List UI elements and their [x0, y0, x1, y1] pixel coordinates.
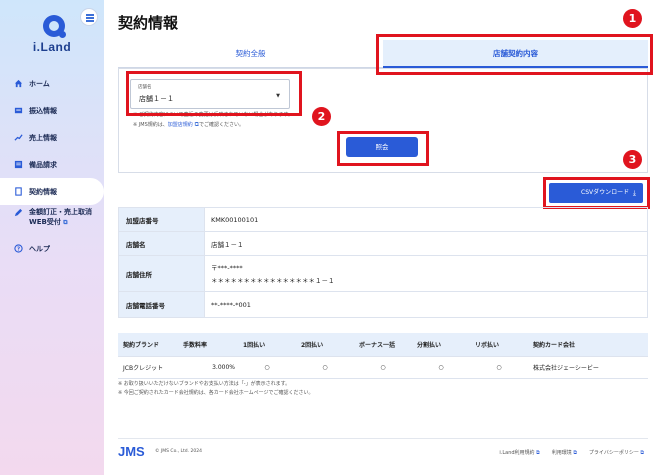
edit-icon — [14, 208, 23, 217]
table-cell: ○ — [296, 356, 354, 379]
menu-toggle-button[interactable] — [80, 8, 98, 26]
column-header: 手数料率 — [178, 333, 238, 357]
footer-link-label: i.Land利用規約 — [499, 450, 535, 456]
footer-divider — [118, 438, 648, 439]
logo-dot — [59, 31, 66, 38]
column-header: 契約ブランド — [118, 333, 178, 357]
footer-link-environment[interactable]: 利用環境 ⧉ — [552, 449, 577, 456]
column-header: 分割払い — [412, 333, 470, 357]
note-line: ※ お取り扱いいただけないブランドやお支払い方法は「-」が表示されます。 — [118, 381, 291, 387]
table-row: 加盟店番号 KMK00100101 — [118, 207, 648, 232]
sidebar-item-correction[interactable]: 金額訂正・売上取消 WEB受付 ⧉ — [0, 205, 104, 235]
sidebar-item-label: 振込情報 — [29, 106, 57, 115]
step-badge-1: 1 — [623, 9, 642, 28]
footer-link-terms[interactable]: i.Land利用規約 ⧉ — [499, 449, 539, 456]
sidebar-item-supplies[interactable]: 備品請求 — [0, 151, 104, 178]
table-header-row: 契約ブランド 手数料率 1回払い 2回払い ボーナス一括 分割払い リボ払い 契… — [118, 333, 648, 357]
highlight-box-select — [126, 71, 302, 116]
brand-notes: ※ お取り扱いいただけないブランドやお支払い方法は「-」が表示されます。 ※ 今… — [118, 380, 314, 398]
copyright: © JMS Co., Ltd. 2024 — [155, 449, 202, 454]
table-value: 店舗１－１ — [204, 231, 648, 256]
column-header: ボーナス一括 — [354, 333, 412, 357]
page-title: 契約情報 — [118, 14, 179, 32]
table-row: 店舗住所 〒***-**** ＊＊＊＊＊＊＊＊＊＊＊＊＊＊＊＊１－１ — [118, 255, 648, 292]
sidebar-item-label: ホーム — [29, 79, 50, 88]
external-link-icon: ⧉ — [573, 450, 577, 456]
footer-links: i.Land利用規約 ⧉ 利用環境 ⧉ プライバシーポリシー ⧉ — [499, 449, 644, 456]
step-badge-3: 3 — [623, 150, 642, 169]
app-logo: i.Land — [32, 40, 72, 54]
chart-icon — [14, 133, 23, 142]
tab-contract-general[interactable]: 契約全般 — [118, 40, 383, 68]
address-line: ＊＊＊＊＊＊＊＊＊＊＊＊＊＊＊＊１－１ — [211, 277, 335, 285]
footer-link-label: 利用環境 — [551, 450, 572, 456]
highlight-box-csv — [543, 177, 650, 209]
sidebar-item-label: 契約情報 — [29, 187, 57, 196]
table-row: JCBクレジット 3.000% ○ ○ ○ ○ ○ 株式会社ジェーシービー — [118, 356, 648, 379]
sidebar-item-label: 売上情報 — [29, 133, 57, 142]
store-info-table: 加盟店番号 KMK00100101 店舗名 店舗１－１ 店舗住所 〒***-**… — [118, 207, 648, 318]
postal-code: 〒***-**** — [211, 264, 243, 272]
table-value: 〒***-**** ＊＊＊＊＊＊＊＊＊＊＊＊＊＊＊＊１－１ — [204, 255, 648, 292]
table-row: 店舗名 店舗１－１ — [118, 231, 648, 256]
table-cell: ○ — [238, 356, 296, 379]
sidebar-item-label: ヘルプ — [29, 244, 50, 253]
note-text: ※ JMS規約は、 — [133, 122, 168, 128]
table-cell: ○ — [412, 356, 470, 379]
footer-link-privacy[interactable]: プライバシーポリシー ⧉ — [589, 449, 644, 456]
table-value: **-****-*001 — [204, 291, 648, 318]
sidebar-item-transfer[interactable]: 振込情報 — [0, 97, 104, 124]
sidebar-item-home[interactable]: ホーム — [0, 70, 104, 97]
note-line: ※ 今回ご契約されたカード会社規約は、各カード会社ホームページでご確認ください。 — [118, 390, 314, 396]
sidebar-item-label: 備品請求 — [29, 160, 57, 169]
column-header: リボ払い — [470, 333, 528, 357]
table-row: 店舗電話番号 **-****-*001 — [118, 291, 648, 318]
column-header: 1回払い — [238, 333, 296, 357]
document-icon — [14, 187, 23, 196]
external-link-icon: ⧉ — [63, 219, 68, 226]
table-value: KMK00100101 — [204, 207, 648, 232]
brand-table: 契約ブランド 手数料率 1回払い 2回払い ボーナス一括 分割払い リボ払い 契… — [118, 333, 648, 379]
table-key: 加盟店番号 — [118, 207, 205, 232]
home-icon — [14, 79, 23, 88]
step-badge-2: 2 — [312, 107, 331, 126]
highlight-box-search — [337, 131, 429, 166]
terms-link[interactable]: 加盟店規約 — [168, 122, 193, 128]
footer-link-label: プライバシーポリシー — [588, 450, 639, 456]
svg-text:?: ? — [17, 247, 20, 253]
table-key: 店舗住所 — [118, 255, 205, 292]
sidebar-item-contract[interactable]: 契約情報 — [0, 178, 104, 205]
help-icon: ? — [14, 244, 23, 253]
table-cell: ○ — [354, 356, 412, 379]
sidebar-item-sales[interactable]: 売上情報 — [0, 124, 104, 151]
table-key: 店舗電話番号 — [118, 291, 205, 318]
highlight-box-tab — [376, 34, 653, 75]
external-link-icon: ⧉ — [536, 450, 540, 456]
sidebar-item-label: 金額訂正・売上取消 — [29, 208, 92, 216]
sidebar-item-help[interactable]: ? ヘルプ — [0, 235, 104, 262]
column-header: 契約カード会社 — [528, 333, 648, 357]
table-key: 店舗名 — [118, 231, 205, 256]
sidebar-item-label-line2: WEB受付 — [29, 218, 61, 226]
note-text: でご確認ください。 — [198, 122, 244, 128]
invoice-icon — [14, 160, 23, 169]
table-cell: 3.000% — [178, 356, 238, 379]
table-cell: 株式会社ジェーシービー — [528, 356, 648, 379]
sidebar: i.Land ホーム 振込情報 売上情報 備品請求 契約情報 金額訂正・売上取消… — [0, 0, 104, 475]
table-cell: ○ — [470, 356, 528, 379]
external-link-icon: ⧉ — [640, 450, 644, 456]
table-cell: JCBクレジット — [118, 356, 178, 379]
bank-icon — [14, 106, 23, 115]
footer-logo: JMS — [118, 444, 145, 459]
column-header: 2回払い — [296, 333, 354, 357]
note-line: ※ JMS規約は、加盟店規約 ⧉でご確認ください。 — [133, 120, 293, 130]
sidebar-nav: ホーム 振込情報 売上情報 備品請求 契約情報 金額訂正・売上取消 WEB受付 … — [0, 70, 104, 262]
